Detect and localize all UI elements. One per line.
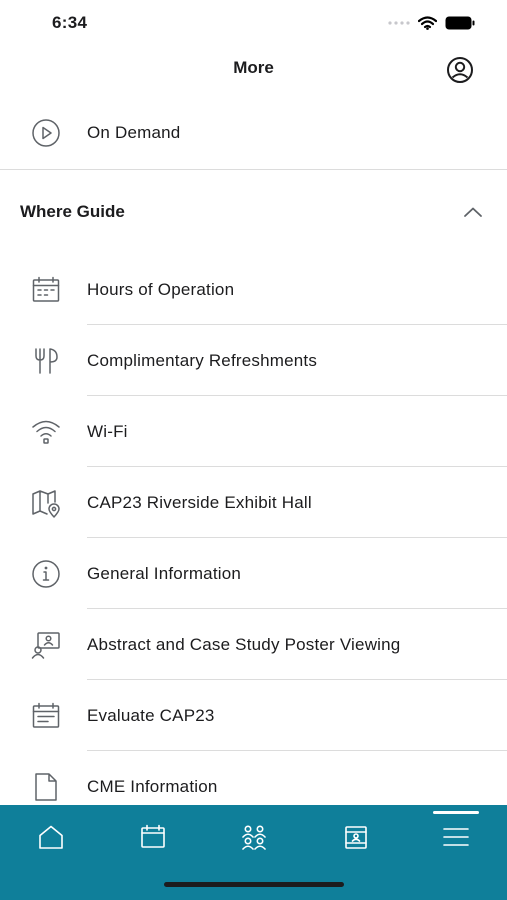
- list-item-wi-fi[interactable]: Wi-Fi: [0, 397, 507, 467]
- list-item-label: Complimentary Refreshments: [87, 351, 318, 370]
- list-item-label: CME Information: [87, 777, 218, 796]
- signal-icon: [388, 21, 410, 25]
- profile-icon: [447, 57, 473, 83]
- divider: [87, 395, 507, 396]
- divider: [87, 750, 507, 751]
- profile-button[interactable]: [446, 56, 474, 84]
- divider: [87, 608, 507, 609]
- tab-badge[interactable]: [336, 817, 376, 857]
- people-icon: [242, 825, 266, 850]
- divider: [87, 466, 507, 467]
- list-item-label: Hours of Operation: [87, 280, 235, 299]
- list-item-evaluate[interactable]: Evaluate CAP23: [0, 681, 507, 751]
- calendar-icon: [141, 824, 165, 848]
- page-title: More: [233, 58, 274, 77]
- map-pin-icon: [28, 485, 64, 521]
- list-item-complimentary-refreshments[interactable]: Complimentary Refreshments: [0, 326, 507, 396]
- list-item-hours-of-operation[interactable]: Hours of Operation: [0, 255, 507, 325]
- calendar-icon: [28, 272, 64, 308]
- info-icon: [28, 556, 64, 592]
- battery-icon: [445, 16, 475, 30]
- wifi-icon: [28, 414, 64, 450]
- tab-selected-indicator: [433, 811, 479, 814]
- list-item-label: CAP23 Riverside Exhibit Hall: [87, 493, 312, 512]
- list-item-exhibit-hall[interactable]: CAP23 Riverside Exhibit Hall: [0, 468, 507, 538]
- tab-attendees[interactable]: [234, 817, 274, 857]
- tab-home[interactable]: [31, 817, 71, 857]
- section-title: Where Guide: [20, 202, 125, 221]
- wifi-status-icon: [418, 16, 437, 30]
- evaluate-calendar-icon: [28, 698, 64, 734]
- fork-knife-icon: [28, 343, 64, 379]
- section-header-where-guide[interactable]: Where Guide: [0, 180, 507, 244]
- list-item-poster-viewing[interactable]: Abstract and Case Study Poster Viewing: [0, 610, 507, 680]
- divider: [87, 537, 507, 538]
- list-item-label: On Demand: [87, 123, 181, 142]
- list-item-label: Evaluate CAP23: [87, 706, 215, 725]
- divider: [87, 324, 507, 325]
- list-item-on-demand[interactable]: On Demand: [0, 98, 507, 168]
- list-item-general-information[interactable]: General Information: [0, 539, 507, 609]
- menu-icon: [443, 828, 469, 846]
- list-item-label: Abstract and Case Study Poster Viewing: [87, 635, 401, 654]
- status-icons: [388, 16, 475, 30]
- poster-viewing-icon: [28, 627, 64, 663]
- divider: [0, 169, 507, 170]
- home-indicator[interactable]: [164, 882, 344, 887]
- list-item-label: General Information: [87, 564, 242, 583]
- document-icon: [28, 769, 64, 805]
- status-bar: 6:34: [0, 0, 507, 48]
- tab-schedule[interactable]: [133, 817, 173, 857]
- divider: [87, 679, 507, 680]
- home-icon: [39, 825, 63, 849]
- status-time: 6:34: [52, 13, 88, 32]
- chevron-up-icon[interactable]: [461, 200, 485, 224]
- play-circle-icon: [28, 115, 64, 151]
- tab-more[interactable]: [436, 817, 476, 857]
- nav-bar: More: [0, 48, 507, 90]
- list-item-label: Wi-Fi: [87, 422, 128, 441]
- badge-icon: [345, 826, 367, 849]
